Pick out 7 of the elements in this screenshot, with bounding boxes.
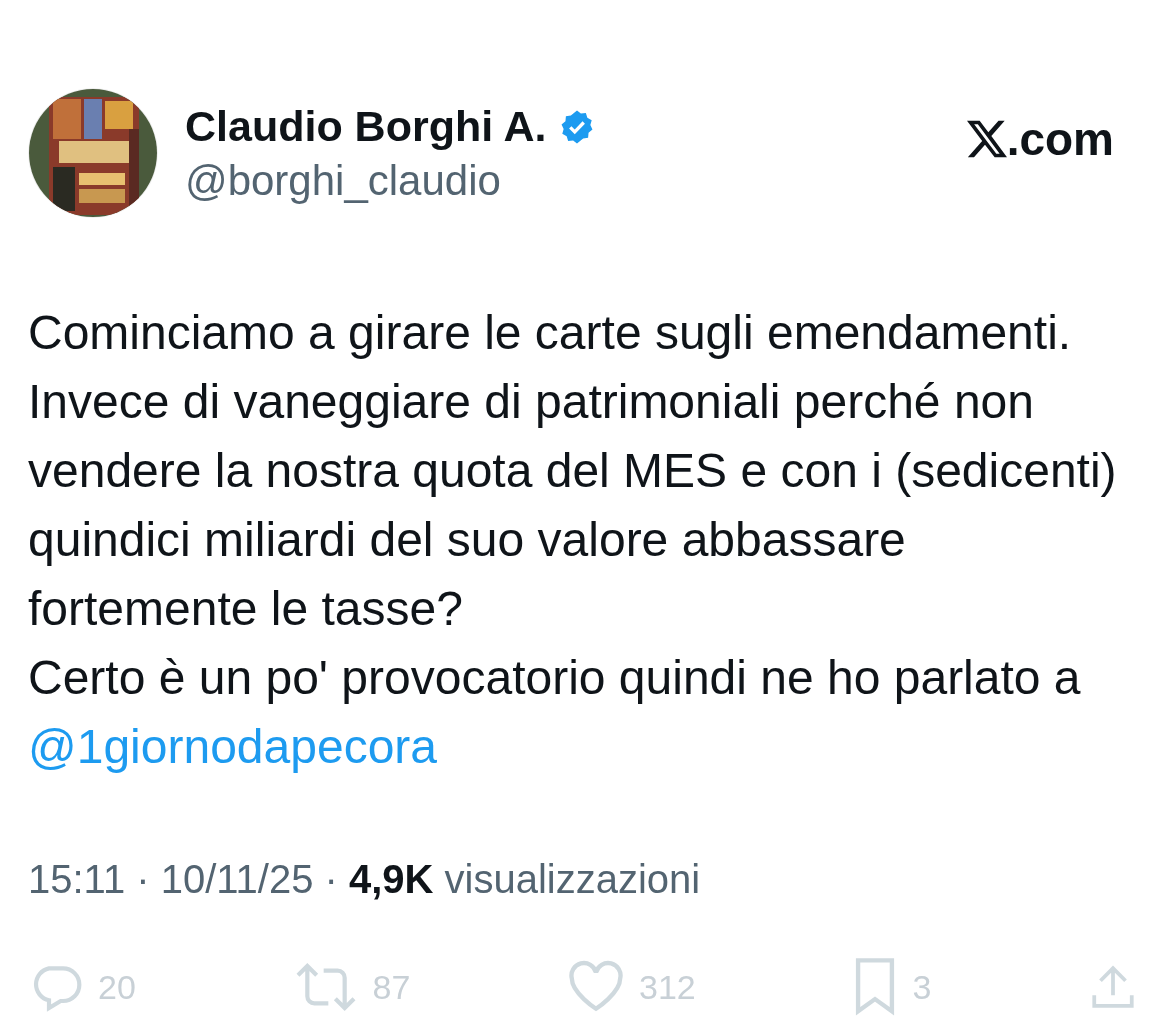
post-timestamp: 15:11 · 10/11/25 · 4,9K visualizzazioni bbox=[28, 857, 701, 902]
x-logo-icon bbox=[966, 120, 1007, 158]
heart-icon[interactable] bbox=[567, 960, 625, 1014]
source-label: .com bbox=[1006, 112, 1114, 166]
post-text: Cominciamo a girare le carte sugli emendamenti. Invece di vaneggiare di patrimoniali perché non vendere la nostra quota del MES e con i (sedicenti) quindici miliardi del suo valore abbassare fortemente le tasse? Certo è un po' provocatorio quindi ne ho parlato a @1giornodapecora bbox=[28, 305, 1118, 775]
author-handle[interactable]: @borghi_claudio bbox=[185, 157, 501, 205]
author-name[interactable]: Claudio Borghi A. bbox=[185, 102, 547, 151]
